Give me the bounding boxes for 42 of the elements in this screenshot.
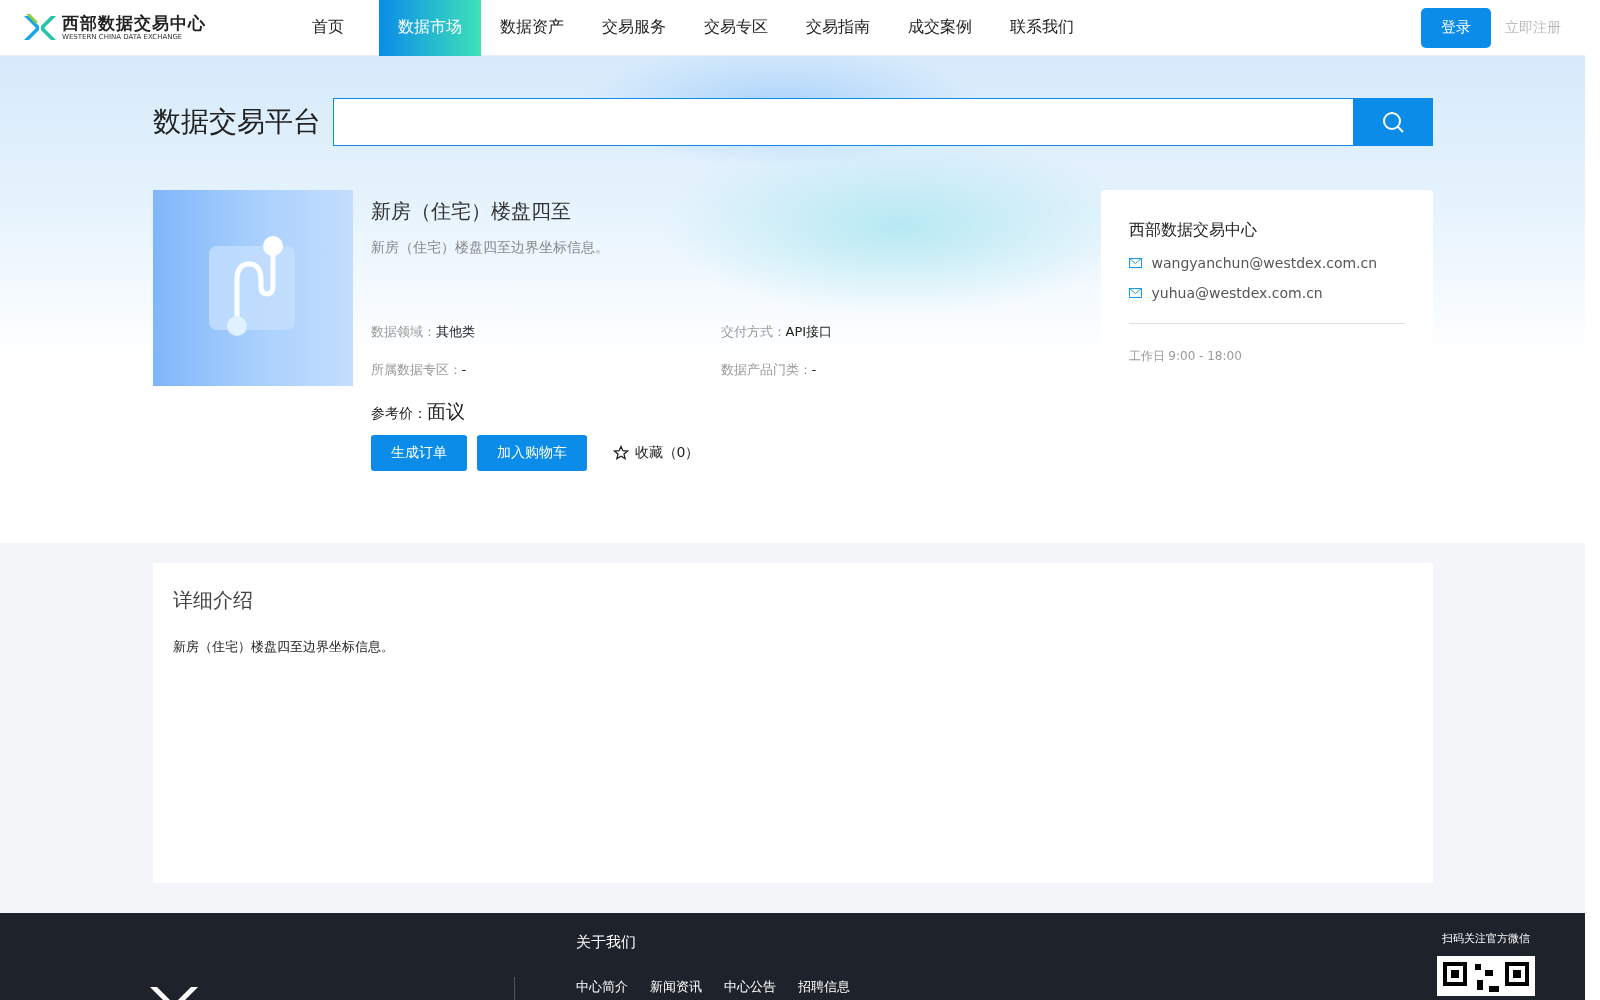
detail-title: 详细介绍 [172, 587, 254, 614]
nav-tab[interactable]: 联系我们 [991, 0, 1093, 56]
mail-icon [1128, 258, 1142, 268]
footer-link[interactable]: 中心简介 [576, 978, 628, 996]
nav-tab[interactable]: 交易服务 [583, 0, 685, 56]
info-field: 所属数据专区：- [370, 361, 721, 379]
nav-tab[interactable]: 数据资产 [481, 0, 583, 56]
footer-link[interactable]: 中心公告 [724, 978, 776, 996]
contact-name: 西部数据交易中心 [1128, 220, 1258, 241]
product-summary: 新房（住宅）楼盘四至边界坐标信息。 [370, 239, 610, 257]
info-field: 数据领域：其他类 [370, 323, 721, 341]
info-field: 交付方式：API接口 [720, 323, 1063, 341]
price-value: 面议 [426, 399, 465, 424]
nav-tab[interactable]: 交易专区 [685, 0, 787, 56]
info-field: 数据产品门类：- [720, 361, 1063, 379]
nav-tab[interactable]: 成交案例 [889, 0, 991, 56]
wechat-label: 扫码关注官方微信 [1442, 931, 1530, 946]
working-hours: 工作日 9:00 - 18:00 [1128, 348, 1243, 365]
action-button[interactable]: 加入购物车 [476, 435, 587, 471]
search-icon [1380, 110, 1405, 134]
footer-section-title: 关于我们 [576, 933, 637, 952]
platform-title: 数据交易平台 [152, 104, 321, 140]
detail-text: 新房（住宅）楼盘四至边界坐标信息。 [172, 638, 395, 656]
mail-icon [1128, 288, 1142, 298]
action-button[interactable]: 生成订单 [370, 435, 467, 471]
star-icon [612, 445, 629, 461]
logo-icon [24, 13, 56, 42]
footer-link[interactable]: 新闻资讯 [650, 978, 702, 996]
product-title: 新房（住宅）楼盘四至 [370, 198, 572, 225]
email-item: yuhua@westdex.com.cn [1128, 285, 1405, 301]
nav-tab[interactable]: 交易指南 [787, 0, 889, 56]
login-button[interactable]: 登录 [1421, 7, 1491, 48]
search-button[interactable] [1352, 98, 1433, 146]
logo-title: 西部数据交易中心 [62, 13, 206, 33]
footer-logo-icon [150, 985, 198, 1000]
footer-link[interactable]: 招聘信息 [798, 978, 850, 996]
favorite-button[interactable]: 收藏（0） [612, 444, 700, 462]
email-item: wangyanchun@westdex.com.cn [1128, 255, 1405, 271]
search-field[interactable] [332, 98, 1433, 146]
price-label: 参考价： [370, 405, 427, 423]
nav-tab[interactable]: 首页 [277, 0, 379, 56]
qr-code-icon [1437, 956, 1535, 996]
